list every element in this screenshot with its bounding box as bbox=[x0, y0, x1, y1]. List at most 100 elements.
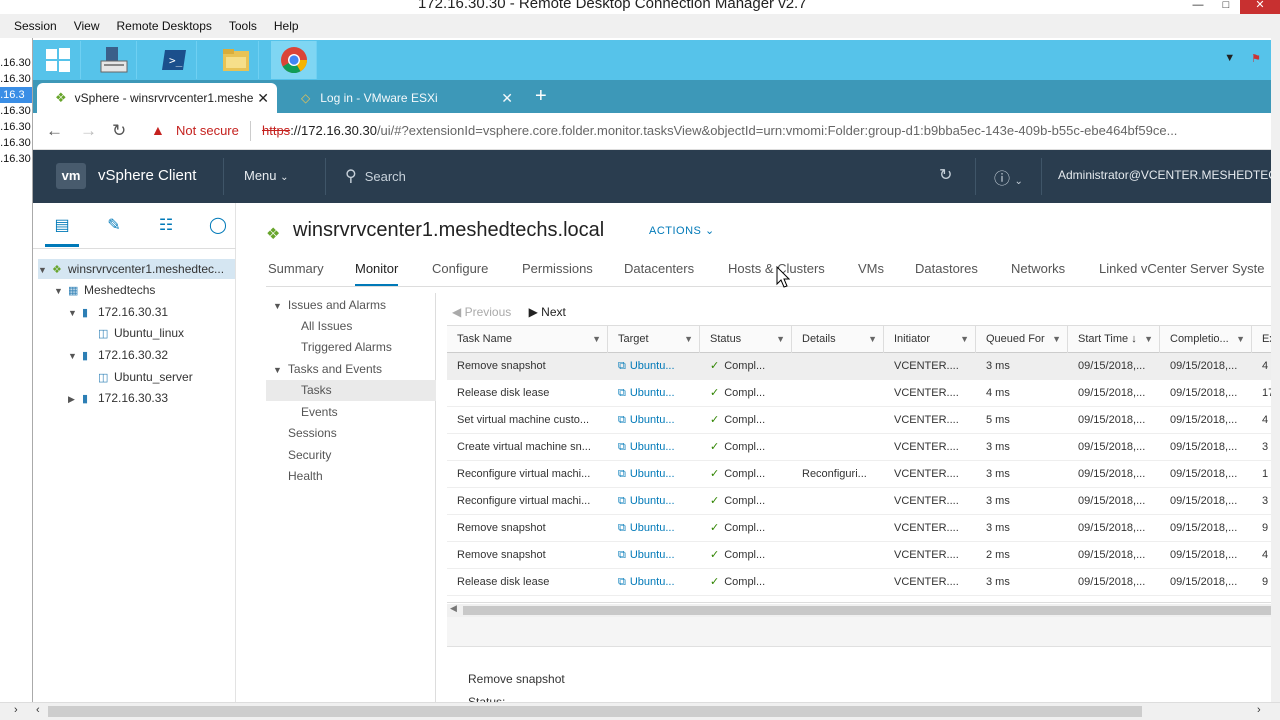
table-row[interactable]: Release disk lease ⧉ Ubuntu... ✓ Compl... VCE… bbox=[447, 569, 1271, 596]
tree-item-datacenter[interactable]: ▼ ▦ Meshedtechs bbox=[54, 280, 155, 300]
minimize-icon[interactable]: — bbox=[1184, 0, 1212, 14]
table-row[interactable]: Remove snapshot ⧉ Ubuntu... ✓ Compl... VCENTE… bbox=[447, 353, 1271, 380]
forward-icon[interactable]: → bbox=[80, 121, 97, 141]
filter-icon[interactable]: ▼ bbox=[1144, 326, 1153, 353]
close-icon[interactable]: ✕ bbox=[1240, 0, 1280, 14]
scrollbar-thumb[interactable] bbox=[48, 706, 1142, 717]
scroll-left-icon[interactable]: ◀ bbox=[450, 603, 457, 614]
help-icon[interactable]: ⓘ ⌄ bbox=[994, 165, 1023, 189]
cell-target[interactable]: ⧉ Ubuntu... bbox=[608, 569, 700, 596]
server-list-item[interactable]: 2.16.30 bbox=[0, 135, 32, 151]
menu-tasks-events[interactable]: ▼ Tasks and Events bbox=[273, 359, 382, 380]
table-row[interactable]: Create virtual machine sn... ⧉ Ubuntu... ✓ C… bbox=[447, 434, 1271, 461]
menu-all-issues[interactable]: All Issues bbox=[301, 316, 352, 337]
cell-target[interactable]: ⧉ Ubuntu... bbox=[608, 461, 700, 488]
powershell-icon[interactable]: >_ bbox=[151, 41, 197, 79]
tab-vsphere[interactable]: ❖ vSphere - winsrvrvcenter1.meshe ✕ bbox=[37, 83, 277, 113]
filter-icon[interactable]: ▼ bbox=[960, 326, 969, 353]
tab-monitor[interactable]: Monitor bbox=[355, 261, 399, 286]
maximize-icon[interactable]: □ bbox=[1212, 0, 1240, 14]
scroll-right-icon[interactable]: › bbox=[1257, 704, 1261, 716]
tab-datacenters[interactable]: Datacenters bbox=[624, 261, 694, 276]
menu-tools[interactable]: Tools bbox=[229, 19, 257, 33]
next-button[interactable]: ▶ Next bbox=[529, 305, 566, 319]
tree-item-host[interactable]: ▶ ▮ 172.16.30.33 bbox=[68, 388, 168, 408]
tab-networks[interactable]: Networks bbox=[1011, 261, 1065, 276]
file-explorer-icon[interactable] bbox=[213, 41, 259, 79]
tree-item-vcenter[interactable]: ▼ ❖ winsrvrvcenter1.meshedtec... bbox=[38, 259, 235, 279]
tree-item-vm[interactable]: ◫ Ubuntu_server bbox=[98, 367, 193, 387]
networking-tab-icon[interactable]: ◯ bbox=[201, 213, 235, 247]
vms-templates-tab-icon[interactable]: ✎ bbox=[97, 213, 131, 247]
storage-tab-icon[interactable]: ☷ bbox=[149, 213, 183, 247]
column-details[interactable]: Details ▼ bbox=[792, 326, 884, 353]
table-row[interactable]: Reconfigure virtual machi... ⧉ Ubuntu... ✓ C… bbox=[447, 461, 1271, 488]
tree-item-host[interactable]: ▼ ▮ 172.16.30.31 bbox=[68, 302, 168, 322]
actions-button[interactable]: ACTIONS ⌄ bbox=[649, 224, 715, 237]
security-indicator[interactable]: Not secure bbox=[176, 123, 239, 138]
collapse-icon[interactable]: ▼ bbox=[38, 260, 52, 280]
filter-icon[interactable]: ▼ bbox=[868, 326, 877, 353]
server-manager-icon[interactable] bbox=[91, 41, 137, 79]
server-list-item-selected[interactable]: 2.16.3 bbox=[0, 87, 32, 103]
tab-vms[interactable]: VMs bbox=[858, 261, 884, 276]
menu-remote-desktops[interactable]: Remote Desktops bbox=[117, 19, 212, 33]
table-row[interactable]: Release disk lease ⧉ Ubuntu... ✓ Compl... VCE… bbox=[447, 380, 1271, 407]
menu-session[interactable]: Session bbox=[14, 19, 57, 33]
grid-horizontal-scrollbar[interactable]: ◀ bbox=[447, 603, 1271, 617]
scrollbar-thumb[interactable] bbox=[463, 606, 1271, 615]
new-tab-button[interactable]: + bbox=[535, 85, 547, 108]
server-list-item[interactable]: 2.16.30 bbox=[0, 71, 32, 87]
column-initiator[interactable]: Initiator ▼ bbox=[884, 326, 976, 353]
menu-view[interactable]: View bbox=[74, 19, 100, 33]
tab-linked-vcenter[interactable]: Linked vCenter Server Syste bbox=[1099, 261, 1264, 276]
detail-splitter[interactable] bbox=[447, 617, 1271, 647]
rdcman-vertical-scrollbar[interactable] bbox=[1271, 38, 1280, 702]
cell-target[interactable]: ⧉ Ubuntu... bbox=[608, 434, 700, 461]
menu-security[interactable]: Security bbox=[288, 445, 331, 466]
close-tab-icon[interactable]: ✕ bbox=[257, 90, 269, 107]
pin-icon[interactable]: ⚑ bbox=[1251, 52, 1261, 65]
rdcman-horizontal-scrollbar[interactable]: › ‹ › bbox=[0, 702, 1280, 720]
column-queued-for[interactable]: Queued For ▼ bbox=[976, 326, 1068, 353]
search-input[interactable]: ⚲ Search bbox=[345, 166, 406, 186]
column-status[interactable]: Status ▼ bbox=[700, 326, 792, 353]
tab-esxi-login[interactable]: ◇ Log in - VMware ESXi ✕ bbox=[283, 83, 521, 113]
menu-triggered-alarms[interactable]: Triggered Alarms bbox=[301, 337, 392, 358]
tab-permissions[interactable]: Permissions bbox=[522, 261, 593, 276]
cell-target[interactable]: ⧉ Ubuntu... bbox=[608, 515, 700, 542]
close-tab-icon[interactable]: ✕ bbox=[501, 90, 513, 107]
hosts-clusters-tab-icon[interactable]: ▤ bbox=[45, 213, 79, 247]
tree-item-vm[interactable]: ◫ Ubuntu_linux bbox=[98, 323, 184, 343]
previous-button[interactable]: ◀ Previous bbox=[452, 305, 511, 319]
collapse-icon[interactable]: ▼ bbox=[54, 281, 68, 301]
refresh-icon[interactable]: ↻ bbox=[939, 165, 952, 185]
column-completion[interactable]: Completio... ▼ bbox=[1160, 326, 1252, 353]
menu-button[interactable]: Menu ⌄ bbox=[244, 168, 289, 183]
server-list-item[interactable]: 2.16.30 bbox=[0, 55, 32, 71]
menu-issues-alarms[interactable]: ▼ Issues and Alarms bbox=[273, 295, 386, 316]
table-row[interactable]: Remove snapshot ⧉ Ubuntu... ✓ Compl... VCENTE… bbox=[447, 515, 1271, 542]
chevron-down-icon[interactable]: ▼ bbox=[1224, 52, 1235, 65]
table-row[interactable]: Remove snapshot ⧉ Ubuntu... ✓ Compl... VCENTE… bbox=[447, 542, 1271, 569]
menu-events[interactable]: Events bbox=[301, 402, 338, 423]
column-start-time[interactable]: Start Time ↓ ▼ bbox=[1068, 326, 1160, 353]
server-list-item[interactable]: 2.16.30 bbox=[0, 119, 32, 135]
table-row[interactable]: Reconfigure virtual machi... ⧉ Ubuntu... ✓ C… bbox=[447, 488, 1271, 515]
filter-icon[interactable]: ▼ bbox=[684, 326, 693, 353]
back-icon[interactable]: ← bbox=[46, 121, 63, 141]
cell-target[interactable]: ⧉ Ubuntu... bbox=[608, 353, 700, 380]
cell-target[interactable]: ⧉ Ubuntu... bbox=[608, 380, 700, 407]
tab-configure[interactable]: Configure bbox=[432, 261, 488, 276]
table-row[interactable]: Set virtual machine custo... ⧉ Ubuntu... ✓ C… bbox=[447, 407, 1271, 434]
tab-datastores[interactable]: Datastores bbox=[915, 261, 978, 276]
url-field[interactable]: https://172.16.30.30/ui/#?extensionId=vs… bbox=[262, 123, 1247, 138]
tree-item-host[interactable]: ▼ ▮ 172.16.30.32 bbox=[68, 345, 168, 365]
cell-target[interactable]: ⧉ Ubuntu... bbox=[608, 407, 700, 434]
scroll-left-icon[interactable]: ‹ bbox=[36, 704, 40, 716]
collapse-icon[interactable]: ▼ bbox=[68, 303, 82, 323]
user-menu[interactable]: Administrator@VCENTER.MESHEDTEC bbox=[1058, 168, 1277, 182]
column-task-name[interactable]: Task Name ▼ bbox=[447, 326, 608, 353]
windows-start-icon[interactable] bbox=[35, 41, 81, 79]
scroll-right-icon[interactable]: › bbox=[14, 704, 18, 716]
